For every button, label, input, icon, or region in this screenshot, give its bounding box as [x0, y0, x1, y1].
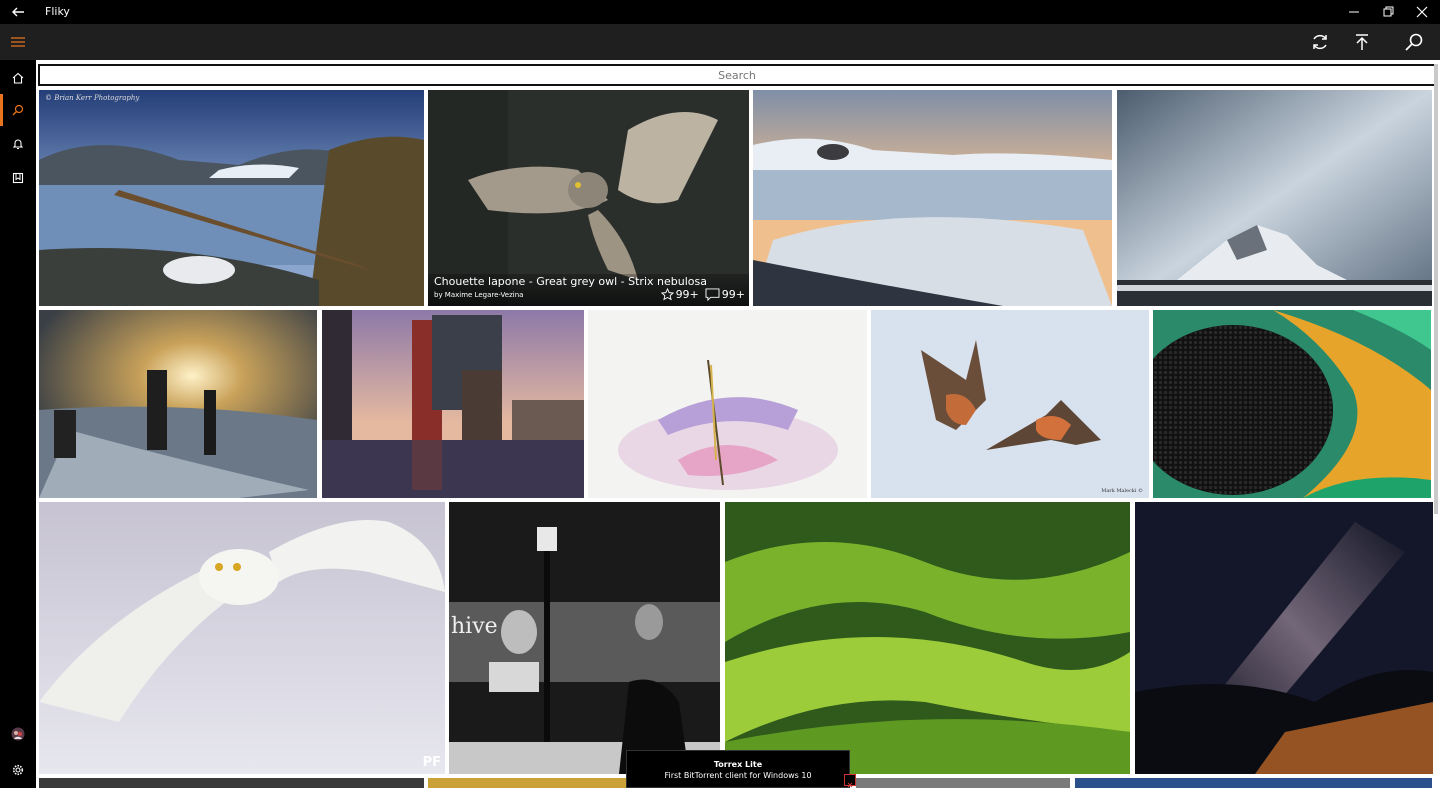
bell-icon	[12, 139, 24, 150]
photo-info-overlay: Chouette lapone - Great grey owl - Strix…	[428, 274, 749, 306]
sidebar-item-settings[interactable]	[0, 754, 36, 786]
window-title: Fliky	[45, 5, 70, 18]
refresh-icon[interactable]	[1310, 32, 1330, 52]
photo-image	[1135, 502, 1433, 774]
photo-watermark: PF	[422, 755, 441, 770]
photo-stats: 99+ 99+	[660, 288, 745, 301]
photo-image	[39, 502, 445, 774]
photo-tile-kestrels[interactable]: Mark Malecki ©	[871, 310, 1149, 498]
sidebar-item-profile[interactable]	[0, 718, 36, 750]
ad-banner[interactable]: Torrex Lite First BitTorrent client for …	[626, 750, 850, 788]
minimize-icon[interactable]	[1346, 4, 1362, 20]
title-bar: Fliky	[0, 0, 1440, 24]
photo-author: by Maxime Legare-Vezina	[434, 291, 524, 299]
photo-watermark: Mark Malecki ©	[1101, 488, 1143, 494]
back-arrow-icon[interactable]	[10, 4, 26, 20]
photo-tile-needle-flower[interactable]	[588, 310, 867, 498]
bookmark-icon	[12, 172, 24, 184]
comments-count: 99+	[721, 288, 745, 301]
photo-title: Chouette lapone - Great grey owl - Strix…	[434, 275, 707, 288]
comment-icon	[705, 288, 720, 301]
sidebar-item-search[interactable]	[0, 94, 36, 126]
sidebar-item-notifications[interactable]	[0, 128, 36, 160]
hamburger-menu-icon[interactable]	[10, 35, 26, 49]
comments-stat[interactable]: 99+	[705, 288, 745, 301]
favorites-stat[interactable]: 99+	[660, 288, 699, 301]
favorites-count: 99+	[675, 288, 699, 301]
photo-tile-row4-3[interactable]	[856, 778, 1070, 788]
photo-image	[725, 502, 1130, 774]
photo-image	[1117, 90, 1432, 306]
scroll-to-top-icon[interactable]	[1352, 32, 1372, 52]
search-icon[interactable]	[1404, 32, 1424, 52]
photo-image	[39, 310, 317, 498]
close-icon[interactable]	[1414, 4, 1430, 20]
photo-image	[1153, 310, 1431, 498]
home-icon	[12, 72, 24, 84]
ad-title: Torrex Lite	[713, 760, 763, 769]
sidebar-item-home[interactable]	[0, 62, 36, 94]
photo-tile-great-grey-owl[interactable]: Chouette lapone - Great grey owl - Strix…	[428, 90, 749, 306]
photo-tile-sunset-posts[interactable]	[39, 310, 317, 498]
photo-tile-frozen-shore[interactable]	[753, 90, 1112, 306]
scrollbar[interactable]	[1434, 64, 1438, 514]
photo-tile-snow-mountain[interactable]	[1117, 90, 1432, 306]
photo-tile-lake-jetty[interactable]: © Brian Kerr Photography	[39, 90, 424, 306]
photo-tile-snowy-owl[interactable]: PF	[39, 502, 445, 774]
photo-image	[588, 310, 867, 498]
restore-icon[interactable]	[1380, 4, 1396, 20]
avatar	[11, 727, 25, 741]
app-bar	[0, 24, 1440, 60]
active-indicator	[0, 94, 3, 126]
photo-tile-row4-1[interactable]	[39, 778, 424, 788]
photo-watermark: hive	[451, 614, 498, 639]
star-icon	[660, 288, 674, 301]
photo-tile-insect-eye[interactable]	[1153, 310, 1431, 498]
photo-tile-row4-4[interactable]	[1075, 778, 1432, 788]
ad-close-button[interactable]	[844, 774, 856, 788]
sidebar	[0, 60, 36, 788]
photo-tile-milky-way[interactable]	[1135, 502, 1433, 774]
photo-tile-street-bw[interactable]: hive	[449, 502, 720, 774]
search-input[interactable]	[38, 64, 1436, 86]
ad-subtitle: First BitTorrent client for Windows 10	[664, 771, 812, 780]
photo-watermark: © Brian Kerr Photography	[45, 94, 140, 102]
sidebar-item-bookmarks[interactable]	[0, 162, 36, 194]
search-icon	[12, 104, 24, 116]
photo-image	[753, 90, 1112, 306]
photo-image	[322, 310, 584, 498]
close-icon	[847, 782, 853, 788]
photo-tile-city-canal[interactable]	[322, 310, 584, 498]
photo-tile-green-hills[interactable]	[725, 502, 1130, 774]
photo-tile-row4-2[interactable]	[428, 778, 628, 788]
photo-image	[871, 310, 1149, 498]
photo-image	[39, 90, 424, 306]
gear-icon	[12, 764, 24, 776]
